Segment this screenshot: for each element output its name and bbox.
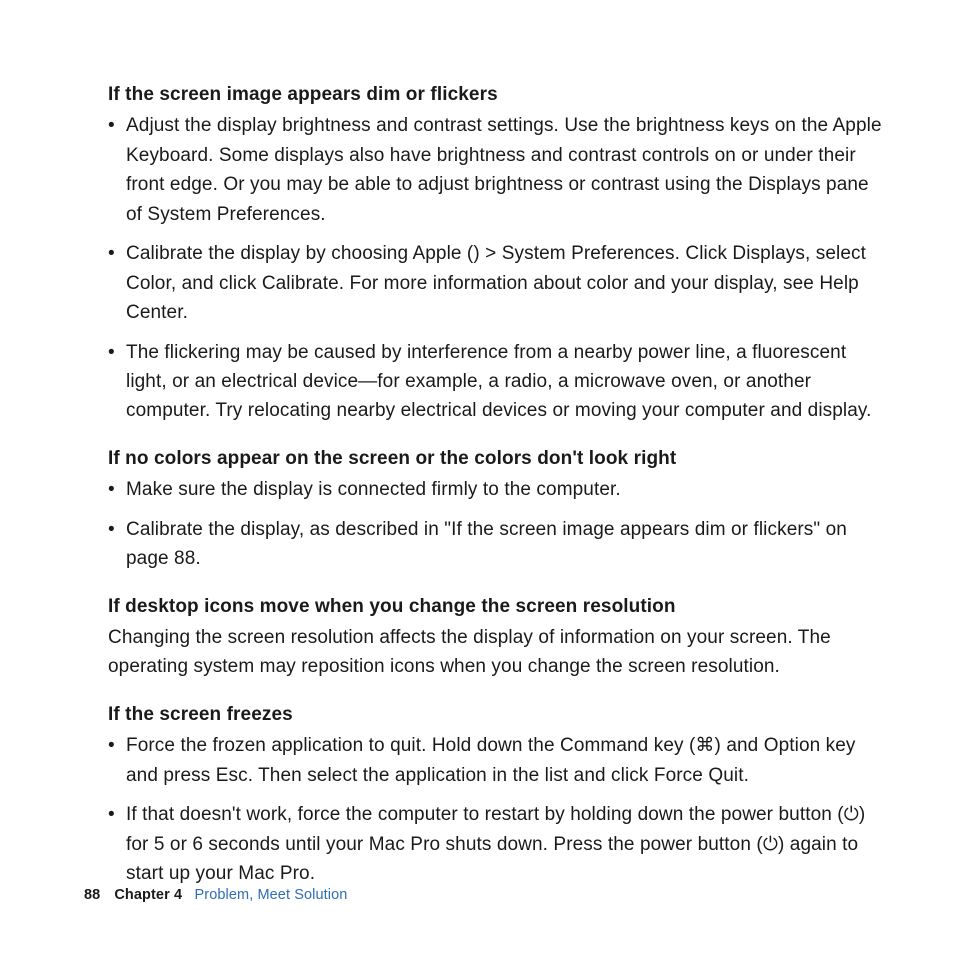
power-icon: ⏻ [844,804,859,825]
list-colors: Make sure the display is connected firml… [108,475,884,573]
list-item: If that doesn't work, force the computer… [108,800,884,888]
list-item: Calibrate the display by choosing Apple … [108,239,884,327]
section-screen-freeze: If the screen freezes Force the frozen a… [108,700,884,889]
body-text: Calibrate the display, as described in "… [126,519,847,569]
section-colors: If no colors appear on the screen or the… [108,444,884,574]
section-desktop-icons: If desktop icons move when you change th… [108,592,884,682]
body-text: If that doesn't work, force the computer… [126,804,844,825]
heading-dim-flicker: If the screen image appears dim or flick… [108,80,884,109]
body-text: Changing the screen resolution affects t… [108,623,884,682]
chapter-title: Problem, Meet Solution [195,887,348,903]
list-dim-flicker: Adjust the display brightness and contra… [108,111,884,425]
list-item: Make sure the display is connected firml… [108,475,884,504]
heading-desktop-icons: If desktop icons move when you change th… [108,592,884,621]
body-text: The flickering may be caused by interfer… [126,342,871,422]
heading-screen-freeze: If the screen freezes [108,700,884,729]
list-item: Adjust the display brightness and contra… [108,111,884,229]
body-text: Calibrate the display by choosing Apple … [126,243,473,264]
body-text: Force the frozen application to quit. Ho… [126,735,695,756]
body-text: Make sure the display is connected firml… [126,479,621,500]
list-screen-freeze: Force the frozen application to quit. Ho… [108,731,884,888]
chapter-label: Chapter 4 [114,887,182,903]
document-page: If the screen image appears dim or flick… [0,0,954,954]
list-item: Force the frozen application to quit. Ho… [108,731,884,790]
command-key-icon: ⌘ [695,735,714,756]
body-text: Adjust the display brightness and contra… [126,115,882,224]
heading-colors: If no colors appear on the screen or the… [108,444,884,473]
page-number: 88 [84,888,100,903]
page-footer: 88 Chapter 4 Problem, Meet Solution [84,888,347,903]
list-item: Calibrate the display, as described in "… [108,515,884,574]
power-icon: ⏻ [763,834,778,855]
list-item: The flickering may be caused by interfer… [108,338,884,426]
section-dim-flicker: If the screen image appears dim or flick… [108,80,884,426]
